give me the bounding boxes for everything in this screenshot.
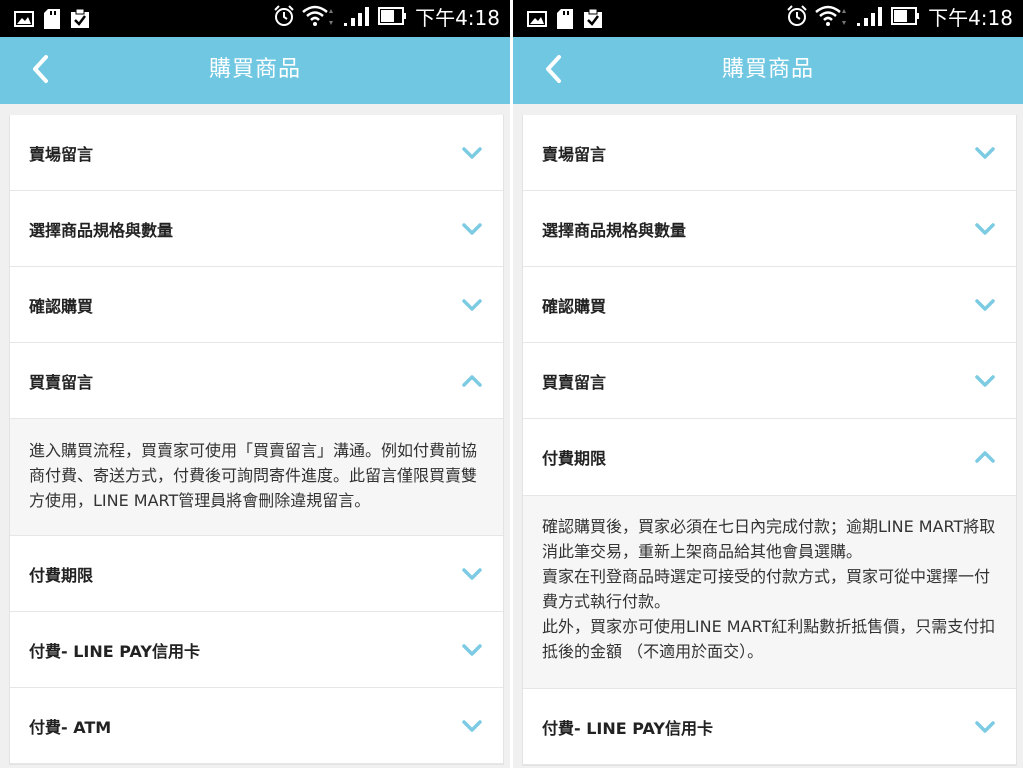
chevron-up-icon (461, 373, 483, 389)
accordion-header[interactable]: 確認購買 (523, 267, 1016, 343)
accordion-label: 選擇商品規格與數量 (542, 220, 687, 240)
accordion-header[interactable]: 付費- LINE PAY信用卡 (523, 689, 1016, 765)
sd-card-icon (557, 9, 573, 33)
chevron-down-icon (461, 718, 483, 734)
accordion-header-expanded[interactable]: 付費期限 (523, 419, 1016, 496)
accordion-header-expanded[interactable]: 買賣留言 (10, 343, 503, 419)
accordion-content-text: 進入購買流程，買賣家可使用「買賣留言」溝通。例如付費前協商付費、寄送方式，付費後… (29, 441, 478, 510)
accordion-label: 買賣留言 (542, 372, 607, 392)
gallery-icon (14, 11, 34, 31)
accordion-label: 賣場留言 (542, 144, 607, 164)
chevron-down-icon (974, 373, 996, 389)
phone-screen-left: 下午4:18 購買商品 賣場留言 選擇商品規格與數量 確認購買 買賣留言 進入購… (0, 0, 510, 768)
accordion-content-paragraph: 此外，買家亦可使用LINE MART紅利點數折抵售價，只需支付扣抵後的金額 （不… (542, 617, 996, 661)
accordion-label: 確認購買 (29, 296, 94, 316)
accordion-header[interactable]: 確認購買 (10, 267, 503, 343)
accordion-header[interactable]: 選擇商品規格與數量 (523, 191, 1016, 267)
chevron-down-icon (974, 719, 996, 735)
accordion-label: 確認購買 (542, 296, 607, 316)
chevron-down-icon (461, 642, 483, 658)
accordion-label: 賣場留言 (29, 144, 94, 164)
app-bar: 購買商品 (0, 37, 510, 104)
accordion-header[interactable]: 賣場留言 (10, 115, 503, 191)
accordion-label: 付費- LINE PAY信用卡 (29, 641, 200, 661)
wifi-icon (815, 5, 849, 31)
sd-card-icon (44, 9, 60, 33)
chevron-down-icon (974, 145, 996, 161)
accordion-list: 賣場留言 選擇商品規格與數量 確認購買 買賣留言 進入購買流程，買賣家可使用「買… (0, 104, 510, 768)
accordion-label: 付費期限 (542, 449, 607, 468)
accordion-header[interactable]: 買賣留言 (523, 343, 1016, 419)
battery-icon (891, 6, 921, 30)
accordion-header[interactable]: 付費- ATM (10, 688, 503, 764)
signal-icon (343, 5, 371, 31)
alarm-icon (273, 5, 295, 31)
alarm-icon (786, 5, 808, 31)
accordion-label: 付費期限 (29, 565, 94, 585)
clipboard-check-icon (583, 8, 603, 33)
status-time: 下午4:18 (415, 6, 500, 30)
clipboard-check-icon (70, 8, 90, 33)
chevron-down-icon (461, 566, 483, 582)
accordion-content-paragraph: 賣家在刊登商品時選定可接受的付款方式，買家可從中選擇一付費方式執行付款。 (542, 567, 991, 611)
chevron-down-icon (974, 221, 996, 237)
wifi-icon (302, 5, 336, 31)
accordion-header[interactable]: 付費期限 (10, 536, 503, 612)
accordion-label: 付費- ATM (29, 717, 112, 737)
accordion-header[interactable]: 賣場留言 (523, 115, 1016, 191)
accordion-content: 進入購買流程，買賣家可使用「買賣留言」溝通。例如付費前協商付費、寄送方式，付費後… (10, 419, 503, 536)
accordion-list: 賣場留言 選擇商品規格與數量 確認購買 買賣留言 付費期限 確認購買後，買家必須… (513, 104, 1023, 768)
page-title: 購買商品 (208, 57, 301, 82)
accordion-card: 賣場留言 選擇商品規格與數量 確認購買 買賣留言 進入購買流程，買賣家可使用「買… (9, 115, 504, 765)
accordion-card: 賣場留言 選擇商品規格與數量 確認購買 買賣留言 付費期限 確認購買後，買家必須… (522, 115, 1017, 766)
chevron-up-icon (974, 449, 996, 465)
phone-screen-right: 下午4:18 購買商品 賣場留言 選擇商品規格與數量 確認購買 買賣留言 付費期… (513, 0, 1023, 768)
accordion-content: 確認購買後，買家必須在七日內完成付款；逾期LINE MART將取消此筆交易，重新… (523, 496, 1016, 689)
chevron-down-icon (974, 297, 996, 313)
status-bar: 下午4:18 (0, 0, 510, 37)
accordion-label: 付費- LINE PAY信用卡 (542, 718, 713, 738)
accordion-header[interactable]: 付費- LINE PAY信用卡 (10, 612, 503, 688)
accordion-header[interactable]: 選擇商品規格與數量 (10, 191, 503, 267)
chevron-down-icon (461, 145, 483, 161)
signal-icon (856, 5, 884, 31)
gallery-icon (527, 11, 547, 31)
status-bar: 下午4:18 (513, 0, 1023, 37)
page-title: 購買商品 (721, 57, 814, 82)
accordion-label: 買賣留言 (29, 372, 94, 392)
chevron-down-icon (461, 221, 483, 237)
accordion-label: 選擇商品規格與數量 (29, 220, 174, 240)
app-bar: 購買商品 (513, 37, 1023, 104)
chevron-down-icon (461, 297, 483, 313)
battery-icon (378, 6, 408, 30)
status-time: 下午4:18 (928, 6, 1013, 30)
accordion-content-paragraph: 確認購買後，買家必須在七日內完成付款；逾期LINE MART將取消此筆交易，重新… (542, 517, 996, 561)
